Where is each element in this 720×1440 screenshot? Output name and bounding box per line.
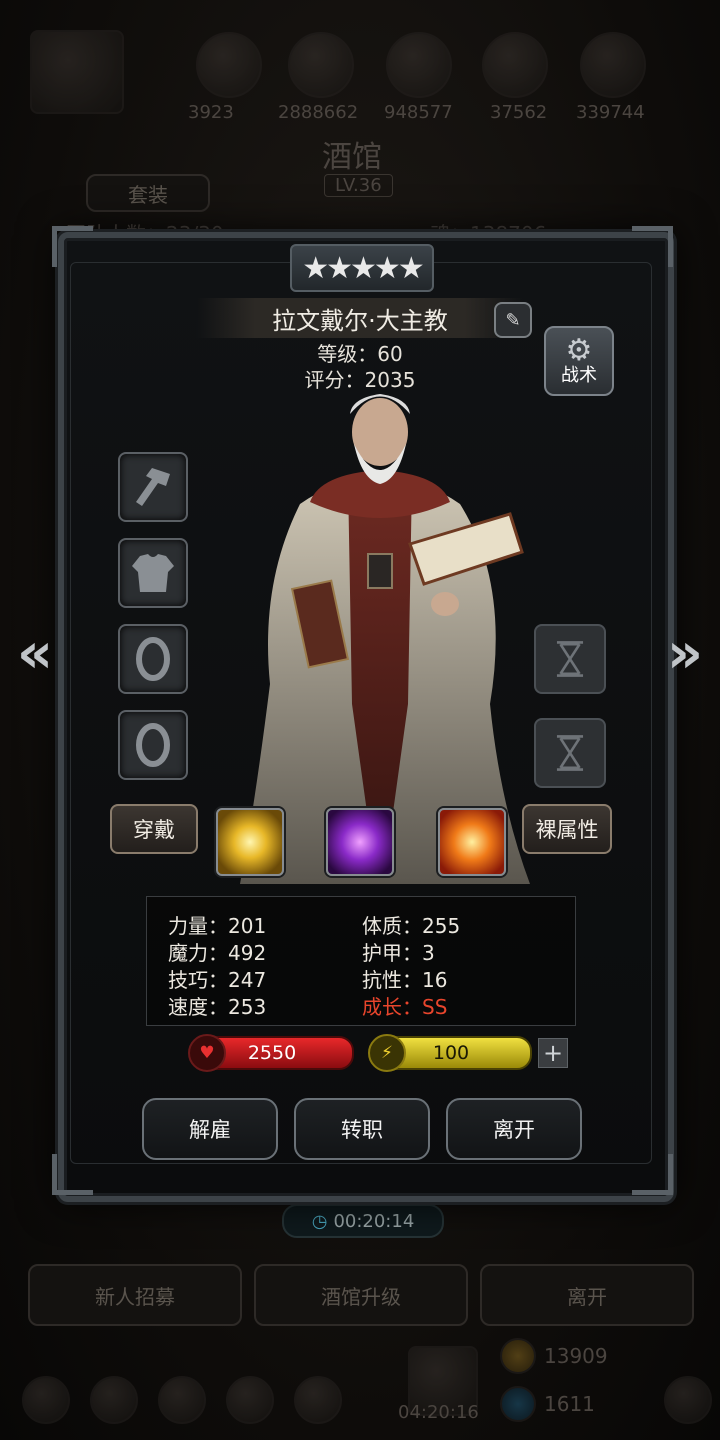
resource-icon (482, 32, 548, 98)
ring-slot-1[interactable] (118, 624, 188, 694)
resource-value: 2888662 (278, 102, 359, 123)
resource-value: 37562 (490, 102, 548, 123)
nav-icon (90, 1376, 138, 1424)
armor-icon (132, 554, 174, 592)
menu-icon (30, 30, 124, 114)
resource-value: 3923 (188, 102, 234, 123)
hero-name: 拉文戴尔·大主教 (196, 298, 524, 338)
star-rating: ★★★★★ (290, 244, 434, 292)
armor-slot[interactable] (118, 538, 188, 608)
gold-count: 13909 (544, 1344, 608, 1368)
frame-corner-ornament (632, 1154, 673, 1195)
bottom-timer: 04:20:16 (398, 1402, 479, 1423)
hammer-icon (136, 468, 170, 506)
gem-icon (500, 1386, 536, 1422)
stat-resistance: 抗性：16 (362, 968, 448, 992)
nav-icon (226, 1376, 274, 1424)
hero-level: 等级：60 (317, 342, 403, 366)
hourglass-icon (556, 641, 584, 677)
tactics-button[interactable]: ⚙ 战术 (544, 326, 614, 396)
wear-button[interactable]: 穿戴 (110, 804, 198, 854)
upgrade-tavern-button: 酒馆升级 (254, 1264, 468, 1326)
resource-icon (196, 32, 262, 98)
naked-attribute-button[interactable]: 裸属性 (522, 804, 612, 854)
previous-hero-arrow[interactable]: « (10, 620, 60, 686)
next-hero-arrow[interactable]: » (660, 620, 710, 686)
weapon-slot[interactable] (118, 452, 188, 522)
stat-skill: 技巧：247 (168, 968, 267, 992)
recruit-button: 新人招募 (28, 1264, 242, 1326)
stat-constitution: 体质：255 (362, 914, 461, 938)
tactics-label: 战术 (561, 365, 597, 386)
resource-value: 339744 (576, 102, 645, 123)
resource-icon (386, 32, 452, 98)
holy-fire-skill-icon[interactable] (438, 808, 506, 876)
add-energy-button[interactable]: + (538, 1038, 568, 1068)
frame-corner-ornament (52, 1154, 93, 1195)
hourglass-icon (556, 735, 584, 771)
resource-value: 948577 (384, 102, 453, 123)
stat-speed: 速度：253 (168, 995, 267, 1019)
pencil-icon: ✎ (505, 309, 521, 331)
nav-icon (22, 1376, 70, 1424)
leave-button[interactable]: 离开 (446, 1098, 582, 1160)
tavern-title: 酒馆 (322, 140, 382, 175)
nav-icon (158, 1376, 206, 1424)
stat-growth: 成长：SS (362, 995, 448, 1019)
stat-strength: 力量：201 (168, 914, 267, 938)
arcane-note-skill-icon[interactable] (326, 808, 394, 876)
stat-armor: 护甲：3 (362, 941, 435, 965)
light-burst-skill-icon[interactable] (216, 808, 284, 876)
ring-slot-2[interactable] (118, 710, 188, 780)
transfer-job-button[interactable]: 转职 (294, 1098, 430, 1160)
ring-icon (136, 723, 170, 767)
frame-corner-ornament (632, 226, 673, 267)
stat-magic: 魔力：492 (168, 941, 267, 965)
ring-icon (136, 637, 170, 681)
heart-icon: ♥ (188, 1034, 226, 1072)
trinket-slot-1[interactable] (534, 624, 606, 694)
frame-corner-ornament (52, 226, 93, 267)
timer-text: 00:20:14 (333, 1210, 415, 1232)
resource-icon (288, 32, 354, 98)
resource-icon (580, 32, 646, 98)
gem-count: 1611 (544, 1392, 595, 1416)
set-tab: 套装 (86, 174, 210, 212)
tavern-level: LV.36 (324, 174, 393, 197)
lightning-icon: ⚡ (368, 1034, 406, 1072)
rename-button[interactable]: ✎ (494, 302, 532, 338)
gold-icon (500, 1338, 536, 1374)
trinket-slot-2[interactable] (534, 718, 606, 788)
dismiss-button[interactable]: 解雇 (142, 1098, 278, 1160)
settings-icon (664, 1376, 712, 1424)
bg-leave-button: 离开 (480, 1264, 694, 1326)
recruit-timer: ◷ 00:20:14 (282, 1204, 444, 1238)
nav-icon (294, 1376, 342, 1424)
gear-icon: ⚙ (565, 333, 593, 368)
